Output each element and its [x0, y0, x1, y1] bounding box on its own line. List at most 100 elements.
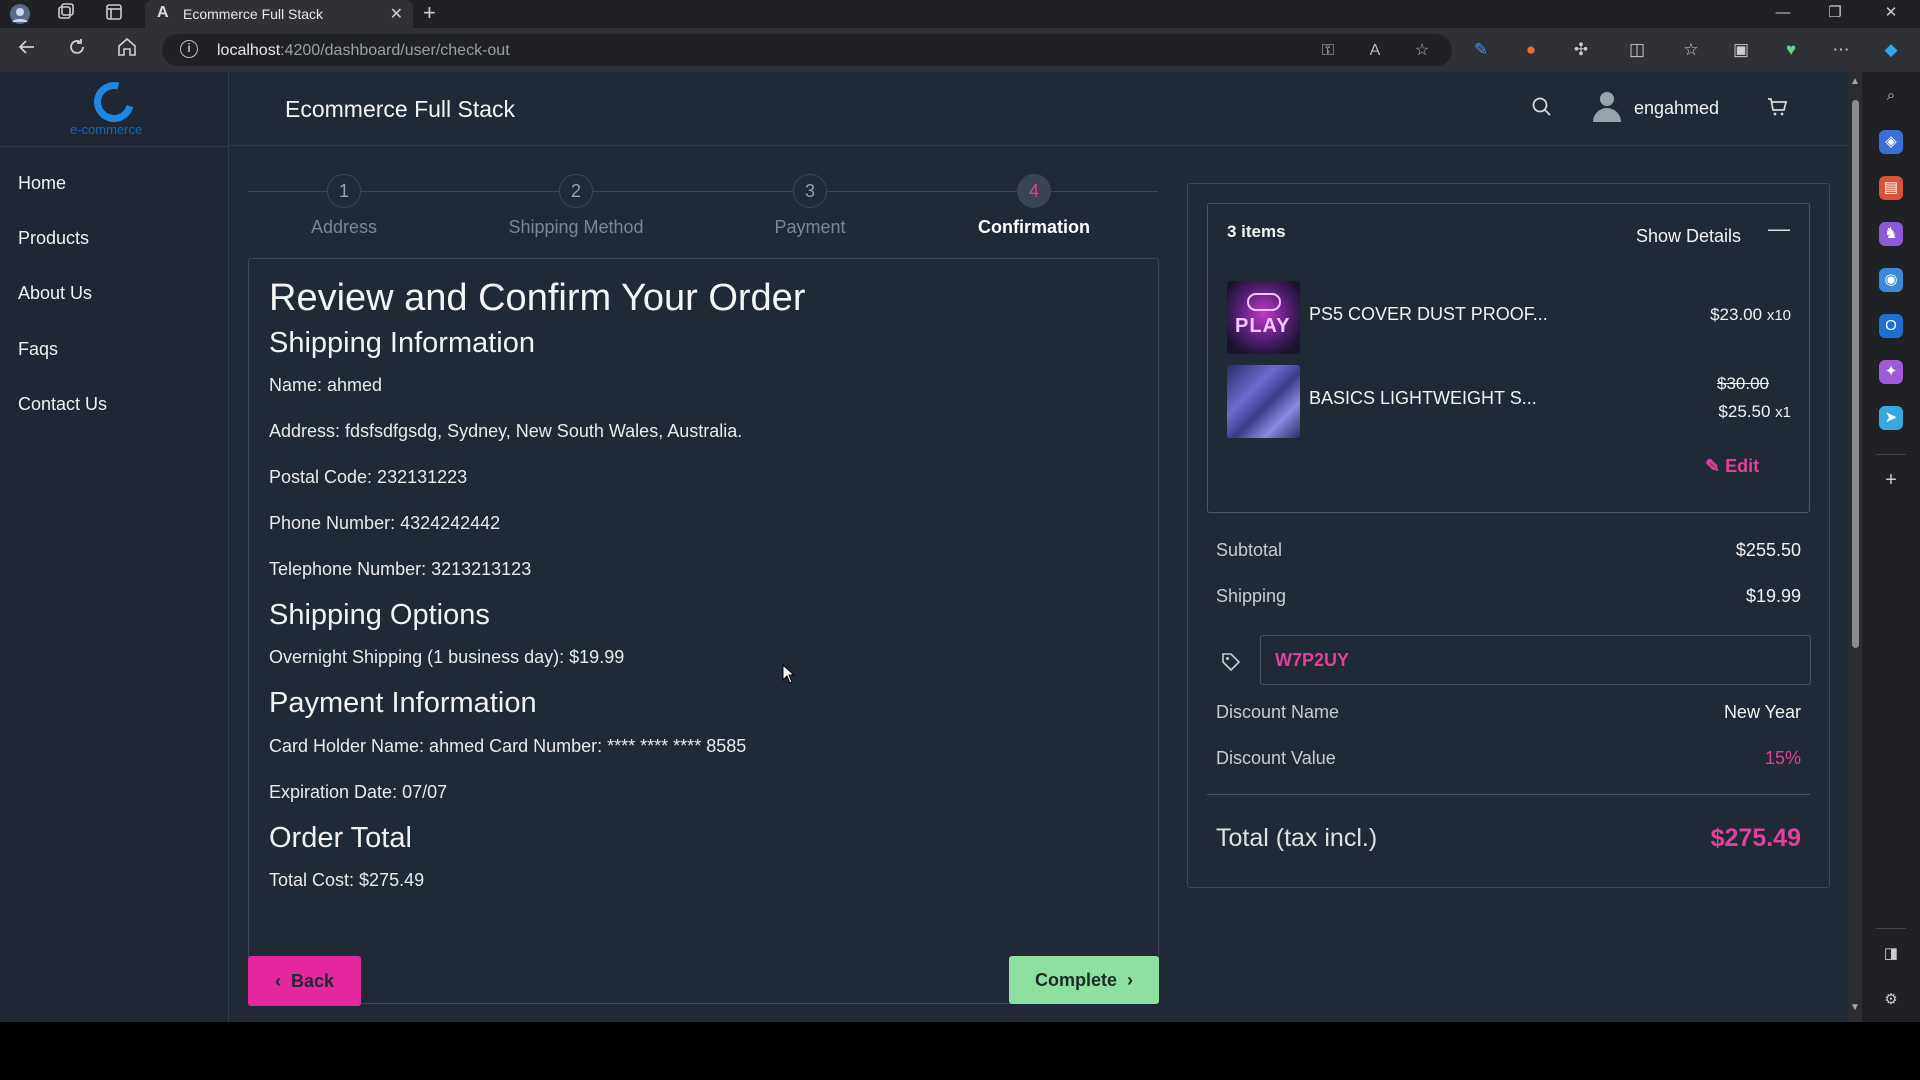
profile-icon[interactable] [8, 2, 32, 26]
cart-icon[interactable] [1766, 96, 1788, 124]
step-connector [593, 191, 793, 192]
order-review-panel: Review and Confirm Your Order Shipping I… [248, 258, 1159, 1004]
scroll-up-icon[interactable]: ▲ [1850, 76, 1860, 87]
tab-actions-icon[interactable] [102, 2, 126, 26]
collections-icon[interactable]: ▣ [1730, 39, 1752, 61]
back-button-label: Back [290, 971, 335, 991]
pencil-icon: ✎ [1705, 456, 1726, 476]
side-panel-toggle-icon[interactable]: ◨ [1879, 942, 1903, 966]
screen-bottom-area [0, 1022, 1920, 1080]
avatar[interactable] [1591, 92, 1623, 124]
split-screen-icon[interactable]: ◫ [1626, 39, 1648, 61]
product-qty: x1 [1775, 404, 1791, 421]
product-image-ps5-cover: PLAY [1227, 281, 1300, 354]
sidebar-item-contact-us[interactable]: Contact Us [18, 394, 107, 415]
show-details-toggle[interactable]: Show Details [1636, 226, 1741, 247]
send-icon[interactable]: ➤ [1879, 406, 1903, 430]
refresh-icon[interactable] [63, 36, 91, 64]
tools-icon[interactable]: ▤ [1879, 176, 1903, 200]
shopping-tag-icon[interactable]: ◈ [1879, 130, 1903, 154]
more-menu-icon[interactable]: ⋯ [1830, 39, 1852, 61]
home-icon[interactable] [113, 36, 141, 64]
restore-icon[interactable]: ❐ [1810, 0, 1860, 28]
product-price-value: $23.00 [1710, 305, 1763, 324]
step-3-circle[interactable]: 3 [793, 174, 827, 208]
step-connector [1051, 191, 1158, 192]
designer-icon[interactable]: ✦ [1879, 360, 1903, 384]
order-total-cost: Total Cost: $275.49 [269, 870, 425, 890]
items-count: 3 items [1227, 222, 1286, 241]
logo-text: e-commerce [70, 122, 143, 137]
back-arrow-icon[interactable] [13, 36, 41, 64]
site-info-icon[interactable]: i [180, 40, 198, 58]
extensions-puzzle-icon[interactable]: ✣ [1570, 39, 1592, 61]
page-scrollbar[interactable]: ▲ ▼ [1848, 72, 1862, 1022]
tab-close-icon[interactable]: ✕ [390, 4, 403, 24]
workspaces-icon[interactable] [54, 2, 78, 26]
shipping-info-heading: Shipping Information [269, 327, 535, 359]
shipping-postal-code: Postal Code: 232131223 [269, 467, 468, 487]
url-host: localhost [217, 42, 281, 59]
url-text[interactable]: localhost:4200/dashboard/user/check-out [217, 42, 510, 60]
product-name: PS5 COVER DUST PROOF... [1309, 304, 1548, 324]
coupon-input[interactable] [1260, 635, 1811, 685]
browser-essentials-icon[interactable]: ♥ [1780, 39, 1802, 61]
favorite-star-icon[interactable]: ☆ [1411, 40, 1433, 62]
window-close-icon[interactable]: ✕ [1866, 0, 1916, 28]
minimize-icon[interactable]: — [1758, 0, 1808, 28]
step-1-circle[interactable]: 1 [327, 174, 361, 208]
step-connector [361, 191, 559, 192]
scroll-down-icon[interactable]: ▼ [1850, 1002, 1860, 1013]
sidebar-item-about-us[interactable]: About Us [18, 283, 92, 304]
sidebar-item-home[interactable]: Home [18, 173, 66, 194]
total-label: Total (tax incl.) [1216, 824, 1378, 852]
sidebar-item-products[interactable]: Products [18, 228, 89, 249]
complete-button[interactable]: Complete › [1009, 956, 1159, 1004]
edit-cart-button[interactable]: ✎ Edit [1705, 456, 1759, 477]
username[interactable]: engahmed [1634, 98, 1719, 119]
sidebar-divider [0, 146, 229, 147]
scrollbar-thumb[interactable] [1852, 100, 1859, 648]
games-icon[interactable]: ♞ [1879, 222, 1903, 246]
total-value: $275.49 [1710, 824, 1801, 852]
extension-fox-icon[interactable]: ● [1520, 39, 1542, 61]
logo[interactable]: e-commerce [68, 74, 168, 140]
shipping-option-value: Overnight Shipping (1 business day): $19… [269, 647, 625, 667]
step-4-circle[interactable]: 4 [1017, 174, 1051, 208]
step-3-label: Payment [774, 217, 846, 237]
discount-value-label: Discount Value [1216, 748, 1336, 768]
browser-tab[interactable]: A Ecommerce Full Stack ✕ [145, 0, 413, 28]
add-app-icon[interactable]: + [1879, 468, 1903, 492]
gamepad-icon [1247, 293, 1281, 311]
app-title: Ecommerce Full Stack [285, 96, 516, 122]
tab-favicon-icon: A [157, 4, 169, 21]
checkout-stepper: 1 2 3 4 Address Shipping Method Payment … [248, 170, 1158, 237]
address-bar[interactable]: i localhost:4200/dashboard/user/check-ou… [162, 34, 1452, 66]
discount-name-value: New Year [1723, 702, 1801, 722]
extension-pen-icon[interactable]: ✎ [1470, 39, 1492, 61]
tab-title: Ecommerce Full Stack [183, 6, 324, 22]
edit-label: Edit [1725, 456, 1760, 476]
chevron-left-icon: ‹ [274, 971, 291, 991]
copilot-sidebar-icon[interactable]: ◉ [1879, 268, 1903, 292]
read-aloud-icon[interactable]: A [1364, 40, 1386, 62]
step-2-label: Shipping Method [508, 217, 644, 237]
favorites-icon[interactable]: ☆ [1680, 39, 1702, 61]
sidebar-search-icon[interactable]: ⌕ [1879, 84, 1903, 108]
settings-gear-icon[interactable]: ⚙ [1879, 988, 1903, 1012]
shipping-label: Shipping [1216, 586, 1287, 606]
url-path: :4200/dashboard/user/check-out [280, 42, 510, 59]
shipping-name: Name: ahmed [269, 375, 383, 395]
key-icon[interactable]: ⚿ [1317, 40, 1339, 62]
sidebar-item-faqs[interactable]: Faqs [18, 339, 58, 360]
outlook-icon[interactable]: O [1879, 314, 1903, 338]
new-tab-icon[interactable]: + [423, 0, 436, 26]
order-total-heading: Order Total [269, 822, 412, 854]
step-2-circle[interactable]: 2 [559, 174, 593, 208]
collapse-minus-icon[interactable]: — [1768, 216, 1790, 242]
copilot-icon[interactable]: ◆ [1880, 39, 1902, 61]
browser-toolbar: i localhost:4200/dashboard/user/check-ou… [0, 28, 1920, 72]
back-button[interactable]: ‹ Back [248, 956, 361, 1006]
product-qty: x10 [1766, 307, 1791, 324]
search-icon[interactable] [1531, 96, 1553, 124]
